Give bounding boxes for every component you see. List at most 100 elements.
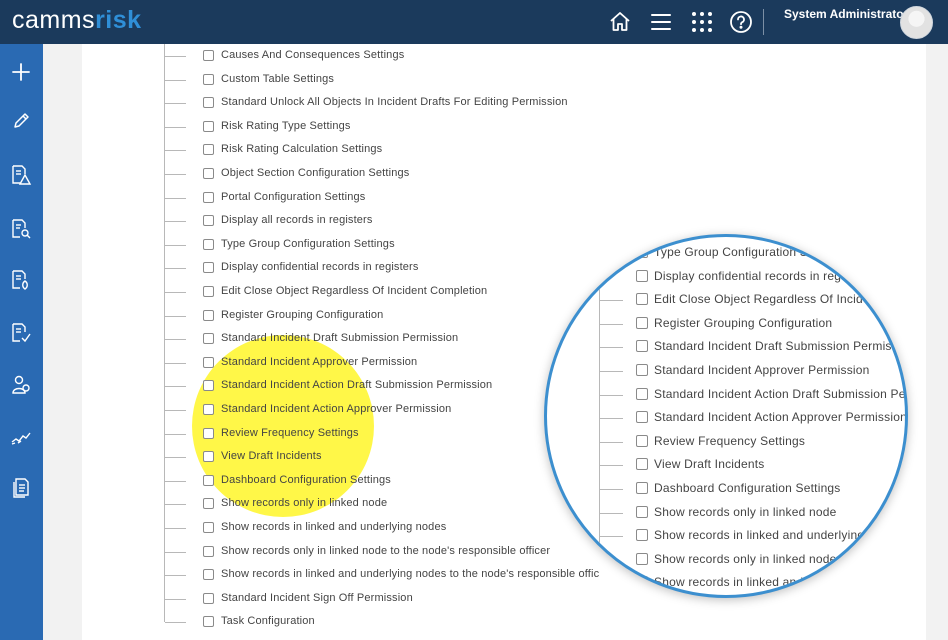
permission-row: Display all records in registers [164, 211, 624, 231]
menu-icon[interactable] [649, 10, 673, 34]
tree-branch [600, 441, 623, 443]
magnified-label: Standard Incident Action Approver Permis… [654, 410, 907, 425]
permission-checkbox[interactable] [203, 427, 214, 439]
add-icon[interactable] [10, 61, 32, 83]
tree-branch [600, 347, 623, 349]
permission-checkbox[interactable] [203, 522, 214, 533]
magnified-checkbox[interactable] [636, 529, 648, 542]
permission-label: Show records in linked and underlying no… [221, 521, 447, 533]
permission-checkbox[interactable] [203, 569, 214, 581]
permission-label: Standard Incident Sign Off Permission [221, 591, 413, 604]
permission-checkbox[interactable] [203, 286, 214, 297]
magnified-checkbox[interactable] [636, 387, 648, 400]
permission-checkbox[interactable] [203, 120, 214, 132]
magnified-label: Standard Incident Approver Permission [654, 363, 870, 377]
edit-icon[interactable] [10, 110, 32, 132]
magnifier-callout: Type Group Configuration Se Display confi… [544, 234, 908, 598]
permission-checkbox[interactable] [203, 73, 214, 85]
tree-branch [165, 56, 186, 57]
user-name[interactable]: System Administrator [784, 7, 908, 21]
magnified-label: Show records in linked and u [654, 575, 814, 590]
magnified-permission-row: Standard Incident Action Approver Permis… [599, 406, 907, 428]
magnified-checkbox[interactable] [636, 364, 648, 376]
home-icon[interactable] [608, 10, 632, 34]
magnified-permission-row: Display confidential records in registe [599, 265, 905, 287]
permission-checkbox[interactable] [203, 474, 214, 486]
permission-label: Display confidential records in register… [221, 261, 419, 274]
avatar[interactable] [900, 6, 933, 39]
tree-branch [600, 300, 623, 302]
permission-checkbox[interactable] [203, 262, 214, 274]
permission-checkbox[interactable] [203, 50, 214, 61]
tree-branch [600, 536, 623, 538]
tree-branch [165, 126, 186, 128]
permission-label: Custom Table Settings [221, 72, 335, 85]
risk-report-icon[interactable] [10, 164, 32, 186]
magnified-checkbox[interactable] [636, 340, 648, 353]
magnified-permission-row: Register Grouping Configuration [599, 312, 905, 334]
magnified-permission-row: Edit Close Object Regardless Of Incident [599, 288, 905, 310]
magnified-label: Standard Incident Action Draft Submissio… [654, 386, 908, 401]
search-report-icon[interactable] [10, 218, 32, 240]
tree-branch [165, 174, 186, 175]
tree-branch [165, 504, 186, 506]
permission-checkbox[interactable] [203, 191, 214, 203]
magnified-checkbox[interactable] [636, 505, 648, 518]
permission-label: Risk Rating Calculation Settings [221, 143, 383, 156]
trend-icon[interactable] [10, 427, 32, 449]
tree-branch [165, 150, 186, 152]
magnified-label: Edit Close Object Regardless Of Incident [654, 292, 881, 307]
permission-checkbox[interactable] [203, 238, 214, 250]
header-divider [763, 9, 764, 35]
permission-checkbox[interactable] [203, 333, 214, 345]
tree-branch [165, 268, 186, 270]
users-icon[interactable] [10, 374, 32, 396]
tree-branch [165, 221, 186, 223]
magnified-checkbox[interactable] [636, 458, 648, 471]
permission-checkbox[interactable] [203, 309, 214, 321]
permission-checkbox[interactable] [203, 498, 214, 510]
tree-branch [600, 394, 623, 396]
magnified-checkbox[interactable] [636, 482, 648, 494]
magnified-label: Show records only in linked node [654, 504, 837, 519]
permission-checkbox[interactable] [203, 380, 214, 392]
tree-branch [165, 197, 186, 199]
permission-label: Review Frequency Settings [221, 426, 359, 439]
tree-branch [165, 244, 186, 246]
permission-checkbox[interactable] [203, 215, 214, 227]
magnified-checkbox[interactable] [636, 316, 648, 329]
permission-checkbox[interactable] [203, 168, 214, 179]
checklist-report-icon[interactable] [10, 322, 32, 344]
magnified-checkbox[interactable] [636, 576, 648, 589]
magnified-checkbox[interactable] [636, 269, 648, 282]
magnified-checkbox[interactable] [636, 434, 648, 447]
permission-checkbox[interactable] [203, 144, 214, 156]
magnified-label: Standard Incident Draft Submission Permi… [654, 339, 908, 354]
permission-label: Standard Incident Action Draft Submissio… [221, 379, 493, 392]
permission-checkbox[interactable] [203, 451, 214, 463]
magnified-checkbox[interactable] [636, 246, 648, 258]
magnified-permission-row: Standard Incident Action Draft Submissio… [599, 383, 908, 405]
magnified-checkbox[interactable] [636, 411, 648, 424]
permission-row: Standard Unlock All Objects In Incident … [164, 93, 624, 113]
apps-grid-icon[interactable] [690, 10, 714, 34]
permission-label: View Draft Incidents [221, 450, 322, 463]
tree-branch [165, 292, 186, 293]
magnified-permission-row: Standard Incident Draft Submission Permi… [599, 335, 908, 357]
incident-report-icon[interactable] [10, 269, 32, 291]
tree-branch [600, 489, 623, 490]
permission-checkbox[interactable] [203, 356, 214, 368]
permission-label: Object Section Configuration Settings [221, 167, 410, 179]
help-icon[interactable] [729, 10, 753, 34]
sidebar [0, 44, 43, 640]
documents-icon[interactable] [10, 477, 32, 499]
permission-checkbox[interactable] [203, 404, 214, 415]
magnified-checkbox[interactable] [636, 293, 648, 306]
permission-checkbox[interactable] [203, 97, 214, 109]
app-logo[interactable]: cammsrisk [12, 6, 142, 35]
permission-checkbox[interactable] [203, 545, 214, 557]
tree-branch [600, 512, 623, 514]
permission-checkbox[interactable] [203, 616, 214, 628]
magnified-checkbox[interactable] [636, 552, 648, 565]
permission-checkbox[interactable] [203, 592, 214, 604]
